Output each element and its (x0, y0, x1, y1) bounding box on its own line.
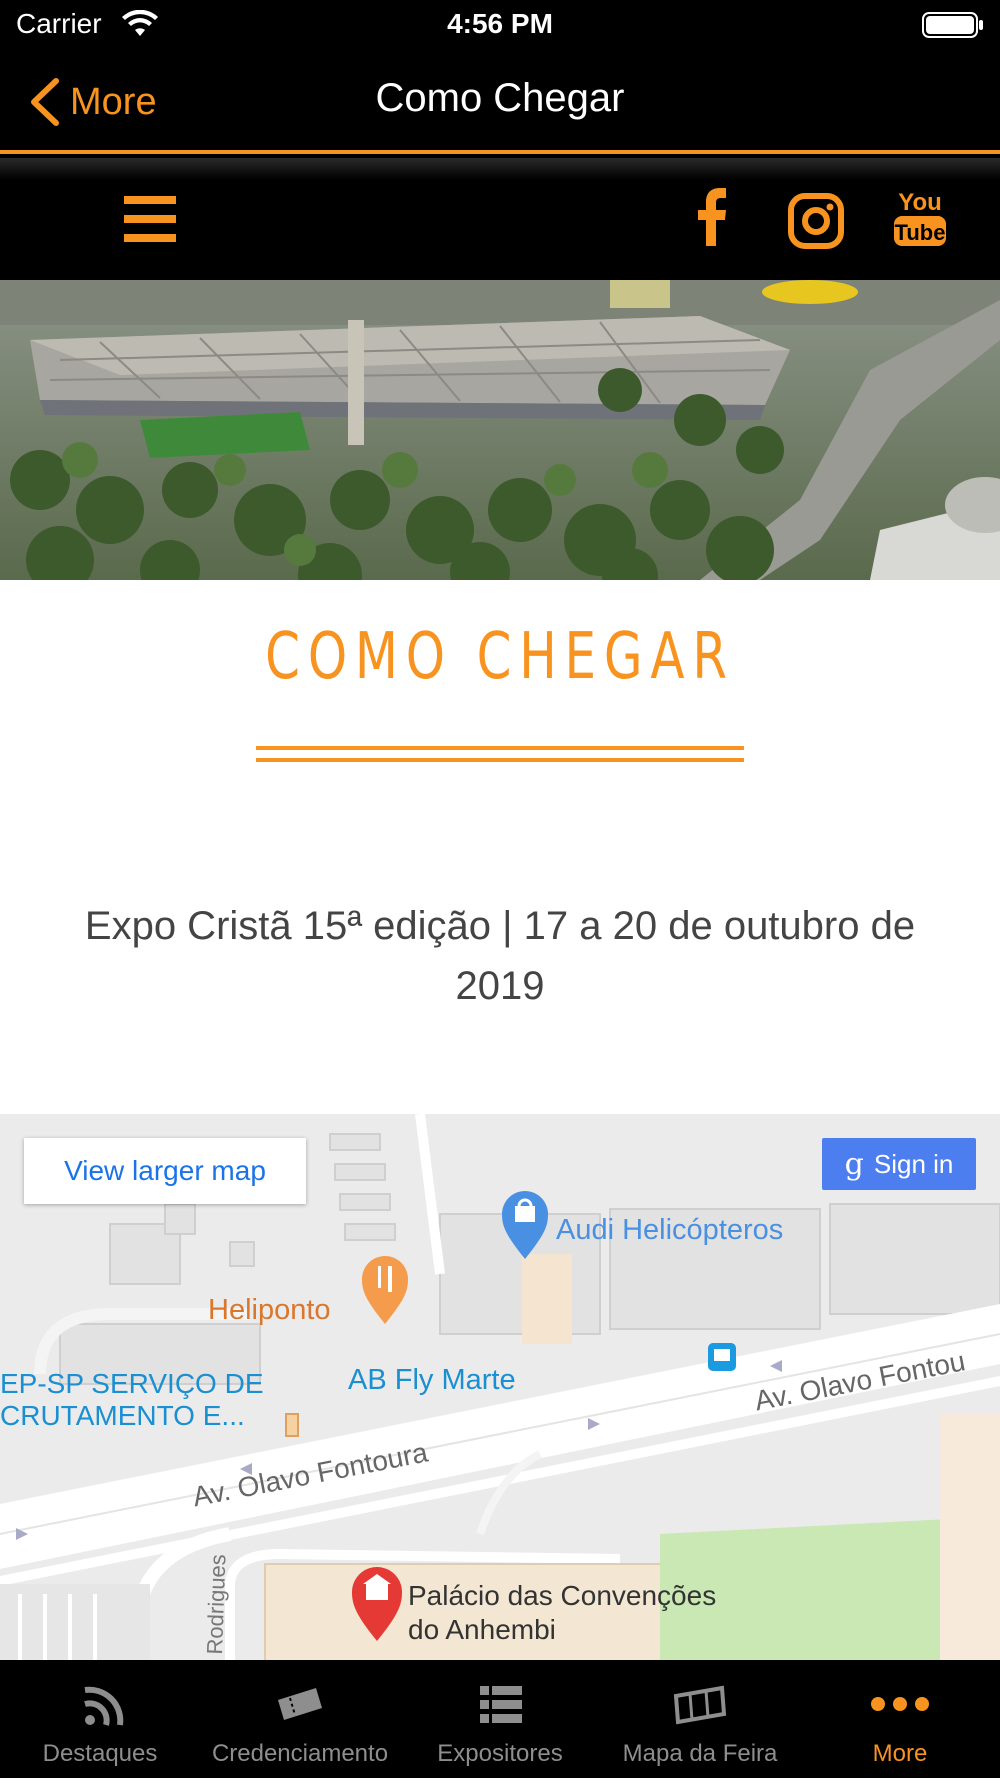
tab-label-credenciamento: Credenciamento (211, 1740, 389, 1767)
venue-aerial-photo (0, 280, 1000, 580)
page-title: Como Chegar (375, 76, 625, 120)
tab-label-mapa-da-feira: Mapa da Feira (622, 1740, 778, 1767)
street-label-rodrigues: Rodrigues (202, 1553, 231, 1655)
google-g-icon: g (844, 1146, 864, 1182)
google-sign-in-button[interactable]: g Sign in (822, 1138, 976, 1190)
hero-image (0, 280, 1000, 580)
title-underline (256, 746, 744, 762)
more-icon (871, 1697, 929, 1711)
map-label-palacio-line1[interactable]: Palácio das Convenções (408, 1580, 716, 1612)
content-section: COMO CHEGAR Expo Cristã 15ª edição | 17 … (0, 580, 1000, 1114)
event-info-text: Expo Cristã 15ª edição | 17 a 20 de outu… (84, 904, 916, 1008)
site-header: You Tube (0, 158, 1000, 280)
tab-bar: Destaques Credenciamento Expositores Map… (0, 1660, 1000, 1778)
list-icon (480, 1686, 522, 1723)
tab-label-expositores: Expositores (437, 1740, 563, 1767)
ticket-icon (278, 1688, 322, 1720)
map-label-cep-line1[interactable]: EP-SP SERVIÇO DE (0, 1368, 264, 1400)
tab-mapa-da-feira[interactable]: Mapa da Feira (600, 1660, 800, 1778)
view-larger-map-button[interactable]: View larger map (24, 1138, 306, 1204)
tab-credenciamento[interactable]: Credenciamento (200, 1660, 400, 1778)
map-icon (673, 1685, 727, 1725)
bus-stop-icon[interactable] (708, 1343, 736, 1371)
tab-label-more: More (872, 1740, 928, 1767)
facebook-icon[interactable] (682, 186, 738, 248)
status-bar: Carrier 4:56 PM (0, 0, 1000, 50)
youtube-text-bottom: Tube (895, 220, 946, 245)
youtube-text-top: You (898, 189, 942, 216)
sign-in-label: Sign in (873, 1148, 954, 1179)
map-label-cep-line2[interactable]: CRUTAMENTO E... (0, 1400, 245, 1432)
map-label-ab-fly[interactable]: AB Fly Marte (348, 1364, 516, 1397)
youtube-icon[interactable]: You Tube (892, 186, 948, 248)
menu-icon[interactable] (124, 196, 176, 242)
embedded-map[interactable]: View larger map g Sign in Audi Helicópte… (0, 1114, 1000, 1660)
battery-icon (922, 12, 983, 38)
map-label-audi[interactable]: Audi Helicópteros (556, 1214, 783, 1247)
instagram-icon[interactable] (788, 190, 844, 252)
tab-destaques[interactable]: Destaques (0, 1660, 200, 1778)
section-title: COMO CHEGAR (265, 620, 735, 694)
navigation-bar: More Como Chegar (0, 50, 1000, 154)
tab-more[interactable]: More (800, 1660, 1000, 1778)
clock: 4:56 PM (447, 8, 553, 39)
tab-expositores[interactable]: Expositores (400, 1660, 600, 1778)
tab-label-destaques: Destaques (42, 1740, 158, 1767)
map-label-heliponto[interactable]: Heliponto (208, 1294, 331, 1327)
map-label-palacio-line2[interactable]: do Anhembi (408, 1614, 556, 1646)
rss-icon (84, 1686, 124, 1726)
